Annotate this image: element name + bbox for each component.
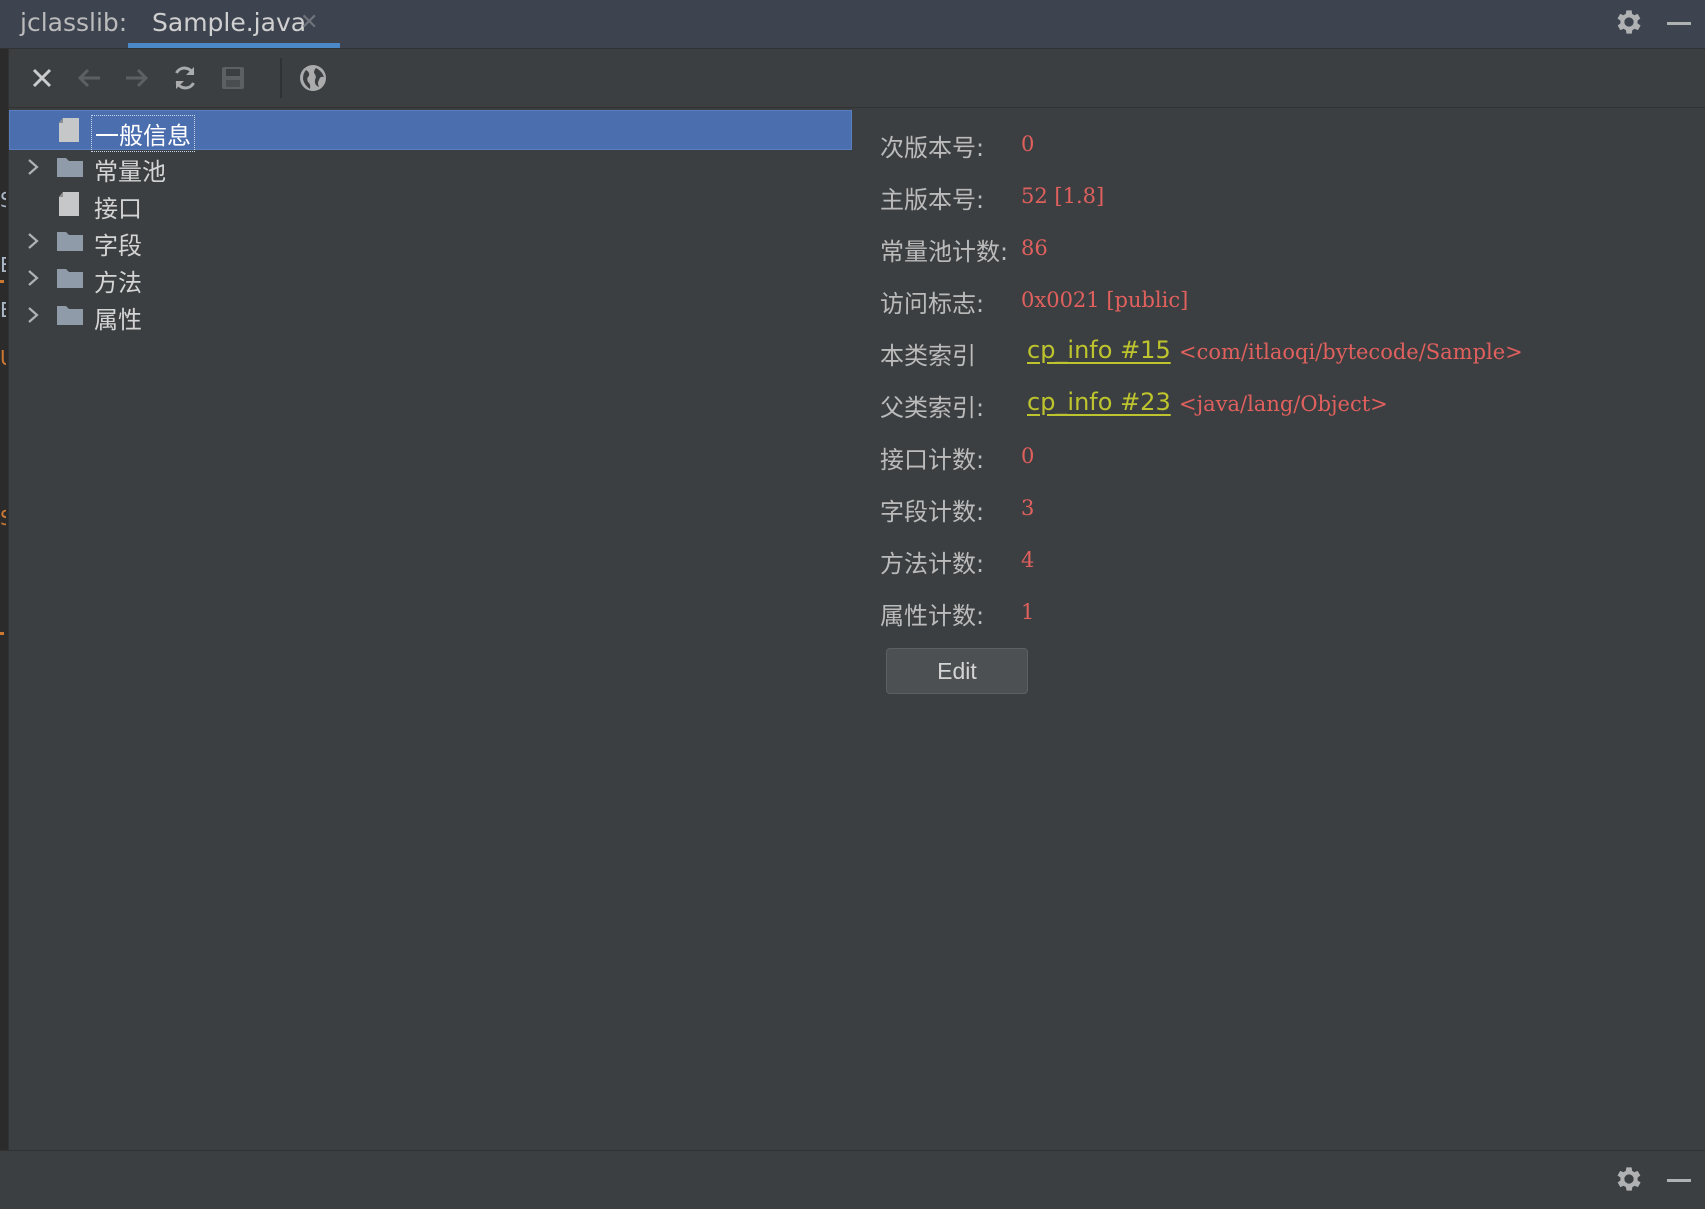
- gutter-fragment: S: [0, 190, 6, 210]
- detail-row-methods-count: 方法计数: 4: [880, 540, 1700, 580]
- tab-close-icon[interactable]: ✕: [300, 10, 318, 35]
- tool-window-header: jclasslib: Sample.java ✕: [0, 0, 1705, 49]
- file-icon: [59, 118, 79, 142]
- detail-label: 常量池计数:: [880, 238, 1009, 266]
- detail-value: 0x0021 [public]: [1021, 288, 1189, 312]
- folder-icon: [57, 158, 83, 177]
- gutter-fragment: E: [0, 255, 6, 275]
- detail-label: 字段计数:: [880, 498, 985, 526]
- chevron-right-icon[interactable]: [23, 268, 43, 288]
- edit-button[interactable]: Edit: [886, 648, 1028, 694]
- tab-label: Sample.java: [152, 8, 307, 37]
- detail-value: 1: [1021, 600, 1035, 624]
- detail-description: <java/lang/Object>: [1179, 392, 1388, 416]
- detail-value: 3: [1021, 496, 1035, 520]
- toolbar-separator: [280, 58, 282, 98]
- tool-window-title: jclasslib:: [20, 8, 128, 37]
- chevron-right-icon[interactable]: [23, 157, 43, 177]
- jclasslib-tool-window: S E E U S jclasslib: Sample.java ✕: [0, 0, 1705, 1209]
- tree-item-label: 属性: [94, 306, 142, 334]
- file-icon: [59, 192, 79, 216]
- bottom-actions: [1613, 1163, 1691, 1195]
- detail-value: 0: [1021, 444, 1035, 468]
- detail-label: 父类索引:: [880, 394, 985, 422]
- gutter-fragment: U: [0, 348, 6, 368]
- detail-label: 接口计数:: [880, 446, 985, 474]
- detail-value: 86: [1021, 236, 1048, 260]
- minimize-icon[interactable]: [1667, 1178, 1691, 1182]
- detail-value: 52 [1.8]: [1021, 184, 1105, 208]
- tree-item-methods[interactable]: 方法: [9, 258, 852, 298]
- detail-row-this-class: 本类索引 cp_info #15 <com/itlaoqi/bytecode/S…: [880, 332, 1700, 372]
- tree-item-label: 方法: [94, 269, 142, 297]
- close-icon[interactable]: [24, 60, 60, 96]
- tree-item-general-info[interactable]: 一般信息: [9, 110, 852, 152]
- forward-arrow-icon[interactable]: [119, 60, 155, 96]
- gutter-underline: [0, 632, 4, 635]
- tree-item-fields[interactable]: 字段: [9, 221, 852, 261]
- tree-item-constant-pool[interactable]: 常量池: [9, 147, 852, 187]
- folder-icon: [57, 232, 83, 251]
- chevron-right-icon[interactable]: [23, 305, 43, 325]
- general-info-details: 次版本号: 0 主版本号: 52 [1.8] 常量池计数: 86 访问标志: 0…: [855, 108, 1705, 1150]
- gutter-fragment: E: [0, 300, 6, 320]
- detail-label: 属性计数:: [880, 602, 985, 630]
- active-tab-indicator: [128, 43, 340, 48]
- detail-label: 本类索引: [880, 342, 976, 370]
- detail-label: 访问标志:: [880, 290, 985, 318]
- tab-sample-java[interactable]: Sample.java ✕: [128, 0, 340, 48]
- chevron-right-icon[interactable]: [23, 231, 43, 251]
- this-class-cp-link[interactable]: cp_info #15: [1027, 336, 1171, 364]
- detail-row-access-flags: 访问标志: 0x0021 [public]: [880, 280, 1700, 320]
- folder-icon: [57, 269, 83, 288]
- detail-description: <com/itlaoqi/bytecode/Sample>: [1179, 340, 1523, 364]
- detail-row-constant-pool-count: 常量池计数: 86: [880, 228, 1700, 268]
- minimize-icon[interactable]: [1667, 21, 1691, 25]
- detail-row-minor-version: 次版本号: 0: [880, 124, 1700, 164]
- detail-label: 次版本号:: [880, 134, 985, 162]
- detail-row-interfaces-count: 接口计数: 0: [880, 436, 1700, 476]
- gutter-fragment: S: [0, 508, 6, 528]
- detail-row-fields-count: 字段计数: 3: [880, 488, 1700, 528]
- toolbar: [9, 49, 1705, 108]
- detail-row-attributes-count: 属性计数: 1: [880, 592, 1700, 632]
- tree-item-label: 常量池: [94, 158, 166, 186]
- folder-icon: [57, 306, 83, 325]
- super-class-cp-link[interactable]: cp_info #23: [1027, 388, 1171, 416]
- refresh-icon[interactable]: [167, 60, 203, 96]
- tree-item-label: 字段: [94, 232, 142, 260]
- back-arrow-icon[interactable]: [71, 60, 107, 96]
- gutter-underline: [0, 280, 4, 283]
- detail-value: 4: [1021, 548, 1035, 572]
- browser-globe-icon[interactable]: [295, 60, 331, 96]
- tree-item-label: 接口: [94, 195, 142, 223]
- detail-label: 方法计数:: [880, 550, 985, 578]
- tree-item-interfaces[interactable]: 接口: [9, 184, 852, 224]
- detail-row-super-class: 父类索引: cp_info #23 <java/lang/Object>: [880, 384, 1700, 424]
- detail-value: 0: [1021, 132, 1035, 156]
- header-actions: [1613, 6, 1691, 38]
- gear-icon[interactable]: [1613, 1163, 1645, 1195]
- class-structure-tree: 一般信息 常量池 接口 字段 方法 属性: [9, 108, 852, 1150]
- save-icon[interactable]: [215, 60, 251, 96]
- tree-item-attributes[interactable]: 属性: [9, 295, 852, 335]
- detail-label: 主版本号:: [880, 186, 985, 214]
- editor-gutter-edge: S E E U S: [0, 0, 9, 1150]
- detail-row-major-version: 主版本号: 52 [1.8]: [880, 176, 1700, 216]
- bottom-status-bar: [0, 1150, 1705, 1209]
- gear-icon[interactable]: [1613, 6, 1645, 38]
